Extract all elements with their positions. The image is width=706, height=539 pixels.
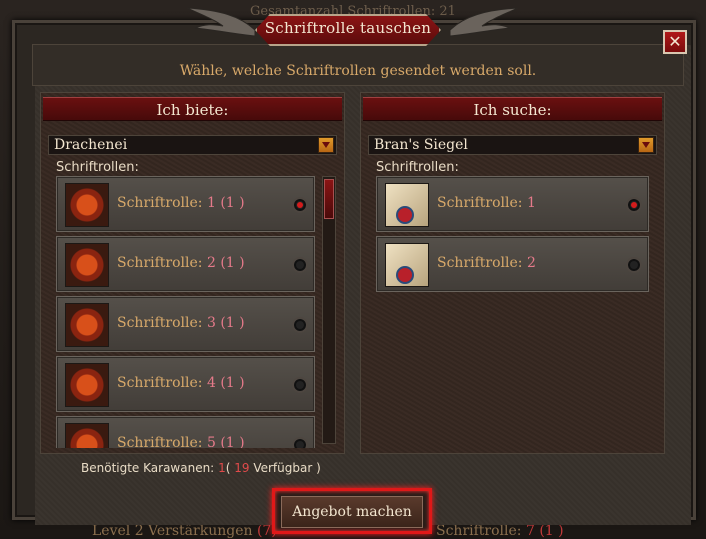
item-radio-button[interactable] xyxy=(292,197,308,213)
dropdown-arrow-icon[interactable] xyxy=(318,137,334,153)
subtitle-bar: Wähle, welche Schriftrollen gesendet wer… xyxy=(32,44,684,86)
dialog-subtitle: Wähle, welche Schriftrollen gesendet wer… xyxy=(179,63,537,79)
offer-list-item[interactable]: Schriftrolle: 2 (1 ) xyxy=(56,236,315,292)
offer-list-scrollbar[interactable] xyxy=(322,176,336,444)
item-value: 2 (1 ) xyxy=(206,255,245,271)
offer-list: Schriftrolle: 1 (1 ) Schriftrolle: 2 (1 … xyxy=(56,176,318,448)
search-select-value: Bran's Siegel xyxy=(374,137,468,153)
search-panel-header: Ich suche: xyxy=(363,97,662,121)
offer-list-item[interactable]: Schriftrolle: 1 (1 ) xyxy=(56,176,315,232)
offer-list-item[interactable]: Schriftrolle: 3 (1 ) xyxy=(56,296,315,352)
offer-button-label: Angebot machen xyxy=(292,504,412,520)
dragon-egg-icon xyxy=(65,363,109,407)
item-label: Schriftrolle: xyxy=(117,195,203,211)
sealed-scroll-icon xyxy=(385,243,429,287)
requirement-available-label: Verfügbar xyxy=(253,461,313,475)
search-list: Schriftrolle: 1 Schriftrolle: 2 xyxy=(376,176,651,448)
requirement-label: Benötigte Karawanen: xyxy=(81,461,215,475)
item-label: Schriftrolle: xyxy=(437,195,523,211)
scrollbar-thumb[interactable] xyxy=(324,179,334,219)
offer-list-item[interactable]: Schriftrolle: 4 (1 ) xyxy=(56,356,315,412)
item-value: 3 (1 ) xyxy=(206,315,245,331)
right-wing-ornament-icon xyxy=(450,7,519,37)
offer-panel-header: Ich biete: xyxy=(43,97,342,121)
item-radio-button[interactable] xyxy=(626,257,642,273)
item-label: Schriftrolle: xyxy=(117,375,203,391)
item-value: 4 (1 ) xyxy=(206,375,245,391)
dragon-egg-icon xyxy=(65,303,109,347)
search-list-label: Schriftrollen: xyxy=(376,160,459,175)
item-radio-button[interactable] xyxy=(292,437,308,448)
item-value: 2 xyxy=(526,255,536,271)
item-value: 1 (1 ) xyxy=(206,195,245,211)
offer-list-item[interactable]: Schriftrolle: 5 (1 ) xyxy=(56,416,315,448)
item-radio-button[interactable] xyxy=(292,317,308,333)
offer-panel-title: Ich biete: xyxy=(156,101,229,119)
make-offer-button[interactable]: Angebot machen xyxy=(272,488,432,534)
close-button[interactable]: ✕ xyxy=(663,30,687,54)
requirement-close-paren: ) xyxy=(316,461,321,475)
item-value: 5 (1 ) xyxy=(206,435,245,448)
item-label: Schriftrolle: xyxy=(117,315,203,331)
requirement-needed: 1 xyxy=(218,461,226,475)
offer-select-value: Drachenei xyxy=(54,137,128,153)
dragon-egg-icon xyxy=(65,423,109,448)
left-wing-ornament-icon xyxy=(186,7,255,37)
search-list-item[interactable]: Schriftrolle: 1 xyxy=(376,176,649,232)
caravan-requirement: Benötigte Karawanen: 1( 19 Verfügbar ) xyxy=(81,461,321,475)
item-value: 1 xyxy=(526,195,536,211)
search-panel-title: Ich suche: xyxy=(473,101,552,119)
sealed-scroll-icon xyxy=(385,183,429,227)
dropdown-arrow-icon[interactable] xyxy=(638,137,654,153)
offer-item-select[interactable]: Drachenei xyxy=(48,135,337,155)
offer-panel: Ich biete: Drachenei Schriftrollen: Schr… xyxy=(40,92,345,454)
dragon-egg-icon xyxy=(65,183,109,227)
dragon-egg-icon xyxy=(65,243,109,287)
item-radio-button[interactable] xyxy=(292,257,308,273)
item-label: Schriftrolle: xyxy=(437,255,523,271)
offer-list-label: Schriftrollen: xyxy=(56,160,139,175)
requirement-available: 19 xyxy=(234,461,250,475)
item-label: Schriftrolle: xyxy=(117,435,203,448)
dialog-title: Schriftrolle tauschen xyxy=(264,19,432,37)
search-item-select[interactable]: Bran's Siegel xyxy=(368,135,657,155)
item-radio-button[interactable] xyxy=(292,377,308,393)
item-label: Schriftrolle: xyxy=(117,255,203,271)
requirement-open-paren: ( xyxy=(225,461,231,475)
item-radio-button[interactable] xyxy=(626,197,642,213)
search-panel: Ich suche: Bran's Siegel Schriftrollen: … xyxy=(360,92,665,454)
search-list-item[interactable]: Schriftrolle: 2 xyxy=(376,236,649,292)
